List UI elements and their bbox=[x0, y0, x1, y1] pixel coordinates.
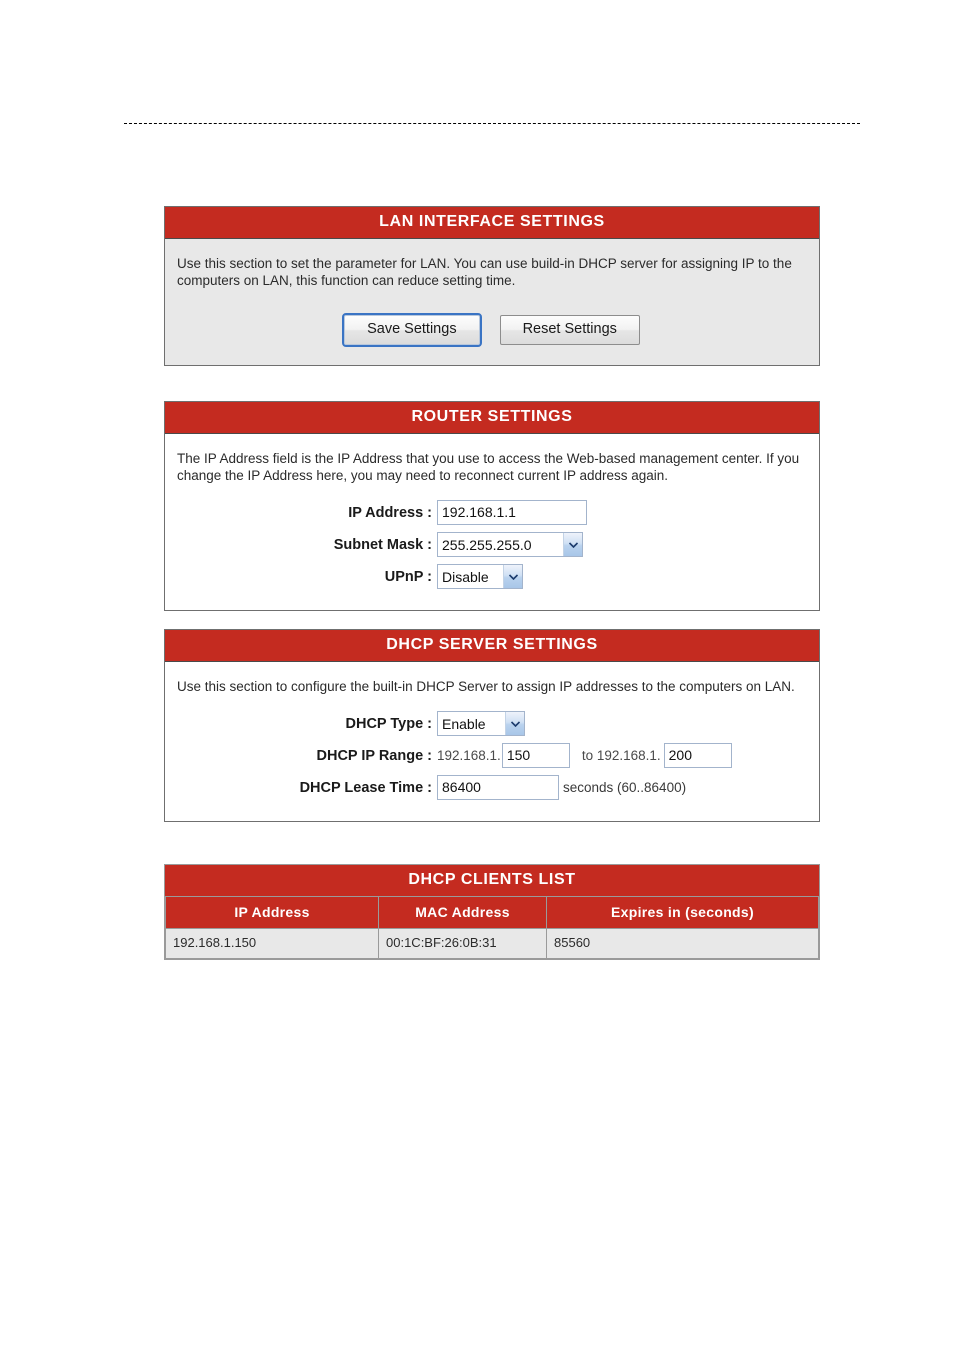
column-header-expires-in: Expires in (seconds) bbox=[547, 897, 818, 928]
dhcp-server-settings-header: DHCP SERVER SETTINGS bbox=[165, 630, 819, 662]
router-settings-form: IP Address : Subnet Mask : 255.255.255.0 bbox=[177, 500, 807, 589]
dhcp-clients-list-header: DHCP CLIENTS LIST bbox=[165, 865, 819, 896]
panel-router-settings: ROUTER SETTINGS The IP Address field is … bbox=[164, 401, 820, 611]
row-dhcp-type: DHCP Type : Enable bbox=[177, 711, 807, 736]
subnet-mask-selected-value: 255.255.255.0 bbox=[442, 536, 532, 553]
dhcp-type-select[interactable]: Enable bbox=[437, 711, 525, 736]
dhcp-range-separator: to 192.168.1. bbox=[581, 747, 661, 763]
dhcp-type-selected-value: Enable bbox=[442, 715, 486, 732]
dhcp-ip-range-label: DHCP IP Range : bbox=[316, 747, 433, 764]
upnp-label: UPnP : bbox=[384, 568, 432, 585]
ip-address-input[interactable] bbox=[437, 500, 587, 525]
dhcp-type-label: DHCP Type : bbox=[345, 715, 432, 732]
panel-dhcp-server-settings: DHCP SERVER SETTINGS Use this section to… bbox=[164, 629, 820, 822]
chevron-down-icon bbox=[563, 533, 582, 556]
subnet-mask-select[interactable]: 255.255.255.0 bbox=[437, 532, 583, 557]
reset-settings-button[interactable]: Reset Settings bbox=[499, 315, 640, 345]
dhcp-lease-time-input[interactable] bbox=[437, 775, 559, 800]
chevron-down-icon bbox=[503, 565, 522, 588]
dhcp-lease-time-label: DHCP Lease Time : bbox=[299, 779, 432, 796]
dhcp-type-control: Enable bbox=[437, 711, 525, 736]
upnp-select[interactable]: Disable bbox=[437, 564, 523, 589]
cell-ip-address: 192.168.1.150 bbox=[166, 929, 378, 958]
dhcp-range-start-input[interactable] bbox=[501, 743, 570, 768]
dhcp-clients-table: IP Address MAC Address Expires in (secon… bbox=[165, 896, 819, 959]
dhcp-server-form: DHCP Type : Enable DHCP IP Range : 192.1… bbox=[177, 711, 807, 800]
row-upnp: UPnP : Disable bbox=[177, 564, 807, 589]
column-header-mac-address: MAC Address bbox=[379, 897, 546, 928]
ip-address-control bbox=[437, 500, 587, 525]
row-ip-address: IP Address : bbox=[177, 500, 807, 525]
lan-interface-settings-body: Use this section to set the parameter fo… bbox=[165, 239, 819, 365]
dhcp-server-description: Use this section to configure the built-… bbox=[177, 679, 795, 694]
router-admin-page: LAN INTERFACE SETTINGS Use this section … bbox=[0, 0, 954, 1350]
save-settings-button[interactable]: Save Settings bbox=[342, 313, 482, 347]
row-dhcp-ip-range: DHCP IP Range : 192.168.1. to 192.168.1. bbox=[177, 743, 807, 768]
dhcp-ip-range-control: 192.168.1. to 192.168.1. bbox=[437, 743, 732, 768]
row-subnet-mask: Subnet Mask : 255.255.255.0 bbox=[177, 532, 807, 557]
router-settings-description: The IP Address field is the IP Address t… bbox=[177, 451, 800, 483]
dhcp-lease-time-hint: seconds (60..86400) bbox=[563, 779, 687, 795]
dhcp-server-settings-body: Use this section to configure the built-… bbox=[165, 662, 819, 821]
subnet-mask-control: 255.255.255.0 bbox=[437, 532, 583, 557]
page-divider bbox=[124, 123, 860, 124]
row-dhcp-lease-time: DHCP Lease Time : seconds (60..86400) bbox=[177, 775, 807, 800]
lan-interface-description: Use this section to set the parameter fo… bbox=[177, 256, 792, 288]
router-settings-body: The IP Address field is the IP Address t… bbox=[165, 434, 819, 610]
dhcp-range-end-input[interactable] bbox=[663, 743, 732, 768]
router-settings-header: ROUTER SETTINGS bbox=[165, 402, 819, 434]
upnp-selected-value: Disable bbox=[442, 568, 489, 585]
subnet-mask-label: Subnet Mask : bbox=[333, 536, 432, 553]
cell-expires-in: 85560 bbox=[547, 929, 818, 958]
cell-mac-address: 00:1C:BF:26:0B:31 bbox=[379, 929, 546, 958]
dhcp-range-start-prefix: 192.168.1. bbox=[437, 747, 501, 763]
chevron-down-icon bbox=[505, 712, 524, 735]
table-header-row: IP Address MAC Address Expires in (secon… bbox=[166, 897, 818, 928]
table-row: 192.168.1.150 00:1C:BF:26:0B:31 85560 bbox=[166, 929, 818, 958]
dhcp-lease-time-control: seconds (60..86400) bbox=[437, 775, 686, 800]
upnp-control: Disable bbox=[437, 564, 523, 589]
panel-lan-interface-settings: LAN INTERFACE SETTINGS Use this section … bbox=[164, 206, 820, 366]
column-header-ip-address: IP Address bbox=[166, 897, 378, 928]
panel-dhcp-clients-list: DHCP CLIENTS LIST IP Address MAC Address… bbox=[164, 864, 820, 960]
ip-address-label: IP Address : bbox=[348, 504, 432, 521]
lan-interface-button-row: Save Settings Reset Settings bbox=[177, 313, 807, 347]
lan-interface-settings-header: LAN INTERFACE SETTINGS bbox=[165, 207, 819, 239]
